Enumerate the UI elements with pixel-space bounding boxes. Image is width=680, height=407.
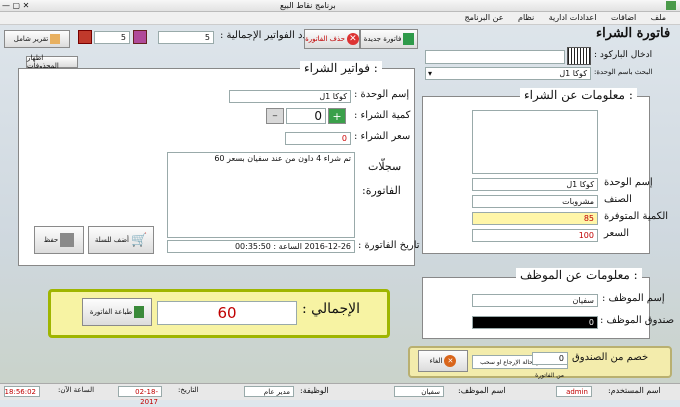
delete-invoice-button[interactable]: حذف الفاتورة ✕ <box>304 29 360 49</box>
search-unit-value: كوكا 1ل <box>559 69 587 78</box>
save-label: حفظ <box>43 236 59 244</box>
purchase-price-field[interactable]: 0 <box>285 132 351 145</box>
plus-icon: + <box>332 109 342 123</box>
print-invoice-label: طباعة الفاتورة <box>89 308 133 316</box>
search-unit-select[interactable]: كوكا 1ل ▾ <box>425 67 591 80</box>
close-icon: ✕ <box>346 33 359 45</box>
invoice-date-field: 2016-12-26 الساعة : 00:35:50 <box>167 240 355 253</box>
stats-icon <box>133 30 147 44</box>
total-value-field: 60 <box>157 301 297 325</box>
counter-icon <box>78 30 92 44</box>
qty-label: كمية الشراء : <box>354 110 411 121</box>
barcode-input[interactable] <box>425 50 565 64</box>
add-to-cart-label: أضف للسلة <box>94 236 129 244</box>
status-user-label: اسم المستخدم: <box>608 386 661 395</box>
pi-qty-available-field: 85 <box>472 212 598 225</box>
title-bar: — ▢ ✕ برنامج نقاط البيع <box>0 0 680 12</box>
purchase-info-legend: معلومات عن الشراء : <box>520 88 637 102</box>
pi-price-field: 100 <box>472 229 598 242</box>
status-user-value: admin <box>556 386 592 397</box>
pi-category-field: مشروبات <box>472 195 598 208</box>
print-invoice-button[interactable]: طباعة الفاتورة <box>82 298 152 326</box>
cancel-withdraw-label: الغاء <box>429 357 443 365</box>
withdraw-amount-input[interactable]: 0 <box>532 352 568 365</box>
window-title: برنامج نقاط البيع <box>280 1 336 10</box>
invoices-count-label: عدد الفواتير الإجمالية : <box>220 30 314 41</box>
menu-item-system[interactable]: نظام <box>518 13 534 22</box>
status-job-value: مدير عام <box>244 386 294 397</box>
total-label: الإجمالي : <box>302 301 360 317</box>
window-controls[interactable]: — ▢ ✕ <box>2 1 29 10</box>
purchase-invoices-legend: فواتير الشراء : <box>300 61 382 75</box>
delete-invoice-label: حذف الفاتورة <box>305 35 345 43</box>
status-employee-value: سفيان <box>394 386 444 397</box>
chevron-down-icon: ▾ <box>428 69 433 78</box>
new-invoice-button[interactable]: فاتورة جديدة <box>360 29 418 49</box>
menu-item-addons[interactable]: اضافات <box>611 13 636 22</box>
invoice-date-label: تاريخ الفاتورة : <box>358 240 420 251</box>
purchase-invoice-heading: فاتورة الشراء <box>596 26 671 41</box>
qty-input[interactable]: 0 <box>286 108 326 124</box>
new-invoice-label: فاتورة جديدة <box>363 35 402 43</box>
records-label: سجلّات <box>368 160 402 173</box>
status-date-label: التاريخ: <box>178 386 199 394</box>
invoice-record-text: تم شراء 4 داون من عند سفيان بسعر 60 <box>214 154 351 163</box>
invoices-count-field: 5 <box>158 31 214 44</box>
report-icon <box>50 34 61 44</box>
menu-bar: ملف اضافات اعدادات ادارية نظام عن البرنا… <box>0 12 680 25</box>
employee-box-field: 0 <box>472 316 598 329</box>
show-items-button[interactable]: اظهار المحذوفات <box>26 54 78 70</box>
invoice-word-label: الفاتورة: <box>362 184 401 197</box>
status-date-value: 02-18-2017 <box>118 386 162 406</box>
search-unit-label: البحث باسم الوحدة: <box>594 68 653 76</box>
cancel-withdraw-button[interactable]: الغاء ✕ <box>418 350 468 372</box>
barcode-label: ادخال الباركود : <box>594 50 653 60</box>
product-image-box <box>472 110 598 174</box>
status-job-label: الوظيفة: <box>300 386 329 395</box>
close-icon: ✕ <box>444 355 457 367</box>
employee-name-label: إسم الموظف : <box>602 293 665 304</box>
menu-item-file[interactable]: ملف <box>651 13 666 22</box>
unit-name-field: كوكا 1ل <box>229 90 351 103</box>
qty-decrement-button[interactable]: − <box>266 108 284 124</box>
print-icon <box>134 306 145 318</box>
menu-item-about[interactable]: عن البرنامج <box>464 13 503 22</box>
pi-qty-available-label: الكمية المتوفرة <box>604 211 669 222</box>
minus-icon: − <box>272 112 278 120</box>
status-employee-label: اسم الموظف: <box>458 386 506 395</box>
barcode-icon[interactable] <box>567 47 591 65</box>
pi-price-label: السعر <box>604 228 630 239</box>
employee-info-group <box>422 277 650 339</box>
purchase-price-label: سعر الشراء : <box>354 131 411 142</box>
invoice-record-textarea[interactable]: تم شراء 4 داون من عند سفيان بسعر 60 <box>167 152 355 238</box>
employee-name-field: سفيان <box>472 294 598 307</box>
save-button[interactable]: حفظ <box>34 226 84 254</box>
employee-info-legend: معلومات عن الموظف : <box>516 268 642 282</box>
status-time-value: 18:56:02 <box>4 386 40 397</box>
add-to-cart-button[interactable]: أضف للسلة 🛒 <box>88 226 154 254</box>
report-button-label: تقرير شامل <box>13 35 49 43</box>
report-button[interactable]: تقرير شامل <box>4 30 70 48</box>
menu-item-admin-settings[interactable]: اعدادات ادارية <box>549 13 597 22</box>
status-time-label: الساعة الآن: <box>58 386 95 394</box>
withdraw-label: خصم من الصندوق <box>572 352 649 363</box>
pi-category-label: الصنف <box>604 194 632 205</box>
counter-a-field[interactable]: 5 <box>94 31 130 44</box>
new-document-icon <box>403 33 415 45</box>
pi-unit-name-label: إسم الوحدة <box>604 177 653 188</box>
app-icon <box>666 1 676 10</box>
save-icon <box>60 233 75 247</box>
qty-increment-button[interactable]: + <box>328 108 346 124</box>
employee-box-label: صندوق الموظف : <box>600 315 675 326</box>
pi-unit-name-field: كوكا 1ل <box>472 178 598 191</box>
cart-icon: 🛒 <box>130 232 148 248</box>
unit-name-label: إسم الوحدة : <box>354 89 410 100</box>
